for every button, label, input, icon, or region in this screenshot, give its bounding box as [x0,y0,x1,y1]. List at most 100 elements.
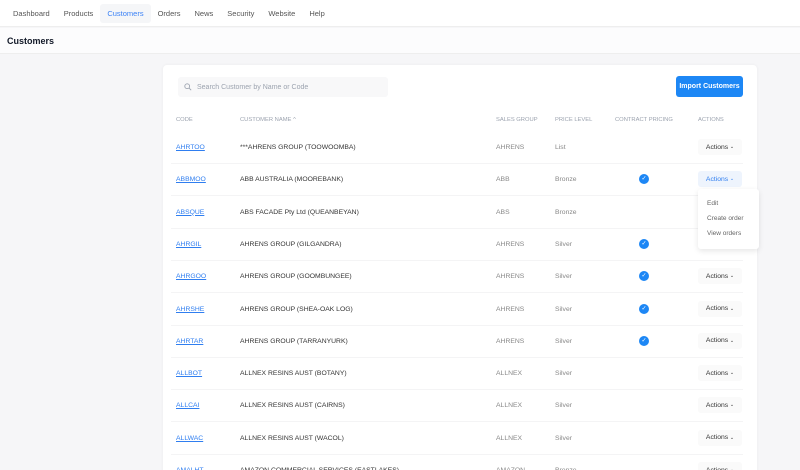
sales-group: AHRENS [496,240,525,248]
menu-item-view-orders[interactable]: View orders [698,226,759,241]
actions-button[interactable]: Actions ⌄ [698,268,742,285]
chevron-down-icon: ⌄ [729,305,735,312]
customer-code-link[interactable]: AHRGOO [176,273,206,280]
search-input[interactable]: Search Customer by Name or Code [178,77,388,97]
chevron-down-icon: ⌄ [729,402,735,409]
actions-button[interactable]: Actions ⌄ [698,397,742,414]
customer-name: AHRENS GROUP (SHEA-OAK LOG) [240,305,353,313]
nav-item-orders[interactable]: Orders [151,4,188,23]
customer-name: ABS FACADE Pty Ltd (QUEANBEYAN) [240,208,359,216]
column-header-customer-name[interactable]: CUSTOMER NAME ^ [240,117,296,123]
table-row: AMALHT AMAZON COMMERCIAL SERVICES (EASTL… [171,455,743,470]
actions-button[interactable]: Actions ⌄ [698,462,742,470]
search-icon [184,83,192,91]
sales-group: AHRENS [496,273,525,281]
price-level: Silver [555,305,572,313]
price-level: Silver [555,402,572,410]
table-row: ALLBOT ALLNEX RESINS AUST (BOTANY) ALLNE… [171,358,743,391]
table-row: AHRSHE AHRENS GROUP (SHEA-OAK LOG) AHREN… [171,294,743,326]
chevron-down-icon: ⌄ [729,434,735,441]
nav-item-help[interactable]: Help [302,4,331,23]
customers-card: Search Customer by Name or Code Import C… [163,65,757,470]
page-title: Customers [7,36,55,46]
actions-label: Actions [705,305,729,312]
sales-group: ALLNEX [496,402,523,410]
price-level: Silver [555,370,572,378]
actions-label: Actions [705,466,729,470]
customer-name: AHRENS GROUP (GILGANDRA) [240,240,342,248]
column-header-contract-pricing[interactable]: CONTRACT PRICING [615,117,673,123]
check-circle-icon: ✓ [639,271,649,282]
customer-code-link[interactable]: AHRSHE [176,306,204,313]
actions-label: Actions [705,143,729,151]
price-level: Silver [555,434,572,442]
chevron-up-icon: ^ [293,117,296,123]
menu-item-edit[interactable]: Edit [698,196,759,211]
chevron-down-icon: ⌄ [729,337,735,344]
customer-name: AHRENS GROUP (GOOMBUNGEE) [240,273,352,281]
title-bar: Customers [0,28,800,54]
actions-label: Actions [705,401,729,409]
customer-code-link[interactable]: ALLCAI [176,402,199,409]
actions-button[interactable]: Actions ⌄ [698,365,742,382]
customer-code-link[interactable]: ALLBOT [176,370,202,377]
sales-group: AHRENS [496,305,525,313]
sales-group: AHRENS [496,337,525,345]
price-level: Silver [555,273,572,281]
actions-button[interactable]: Actions ⌄ [698,300,742,317]
customer-code-link[interactable]: ABBMOO [176,176,206,183]
actions-dropdown-menu: Edit Create order View orders [698,189,759,249]
customer-name: ***AHRENS GROUP (TOOWOOMBA) [240,144,356,151]
check-circle-icon: ✓ [639,303,649,314]
table-row: ALLCAI ALLNEX RESINS AUST (CAIRNS) ALLNE… [171,390,743,423]
chevron-down-icon: ⌄ [729,370,735,377]
import-customers-button[interactable]: Import Customers [676,76,743,97]
customer-name: ALLNEX RESINS AUST (BOTANY) [240,370,347,378]
actions-label: Actions [705,434,729,442]
check-circle-icon: ✓ [639,174,649,185]
customer-code-link[interactable]: ALLWAC [176,435,203,442]
column-header-price-level[interactable]: PRICE LEVEL [555,117,592,123]
check-circle-icon: ✓ [639,238,649,249]
customer-name: AHRENS GROUP (TARRANYURK) [240,337,348,345]
actions-button[interactable]: Actions ⌄ [698,332,742,349]
chevron-down-icon: ⌄ [729,273,735,280]
nav-item-dashboard[interactable]: Dashboard [6,4,57,23]
column-header-sales-group[interactable]: SALES GROUP [496,117,538,123]
column-header-code[interactable]: CODE [176,117,193,123]
table-row: AHRTAR AHRENS GROUP (TARRANYURK) AHRENS … [171,326,743,358]
sales-group: ABB [496,176,510,184]
nav-item-website[interactable]: Website [261,4,302,23]
nav-item-customers[interactable]: Customers [100,3,151,23]
nav-item-news[interactable]: News [188,4,221,23]
sales-group: ABS [496,208,510,216]
chevron-down-icon: ⌄ [729,176,735,183]
actions-label: Actions [705,337,729,345]
column-header-label: CUSTOMER NAME [240,117,292,123]
price-level: Silver [555,337,572,345]
nav-item-products[interactable]: Products [57,4,101,23]
customer-code-link[interactable]: AHRGIL [176,241,201,248]
actions-button[interactable]: Actions ⌄ [698,429,742,446]
top-nav: Dashboard Products Customers Orders News Secu… [0,0,800,27]
customer-code-link[interactable]: AHRTOO [176,144,205,151]
sales-group: ALLNEX [496,370,523,378]
menu-item-create-order[interactable]: Create order [698,211,759,226]
actions-label: Actions [705,272,729,280]
search-placeholder: Search Customer by Name or Code [197,83,309,91]
customer-code-link[interactable]: ABSQUE [176,209,204,216]
actions-label: Actions [705,175,729,183]
customer-code-link[interactable]: AHRTAR [176,338,203,345]
price-level: Bronze [555,176,577,184]
table-row: ABBMOO ABB AUSTRALIA (MOOREBANK) ABB Bro… [171,164,743,197]
table-row: AHRGOO AHRENS GROUP (GOOMBUNGEE) AHRENS … [171,261,743,294]
price-level: List [555,144,566,151]
column-header-actions: ACTIONS [698,117,724,123]
table-row: AHRGIL AHRENS GROUP (GILGANDRA) AHRENS S… [171,229,743,261]
actions-button[interactable]: Actions ⌄ [698,171,742,188]
customer-name: ABB AUSTRALIA (MOOREBANK) [240,176,344,184]
price-level: Silver [555,240,572,248]
nav-item-security[interactable]: Security [220,4,261,23]
actions-button[interactable]: Actions ⌄ [698,139,742,155]
table-row: AHRTOO ***AHRENS GROUP (TOOWOOMBA) AHREN… [171,132,743,164]
